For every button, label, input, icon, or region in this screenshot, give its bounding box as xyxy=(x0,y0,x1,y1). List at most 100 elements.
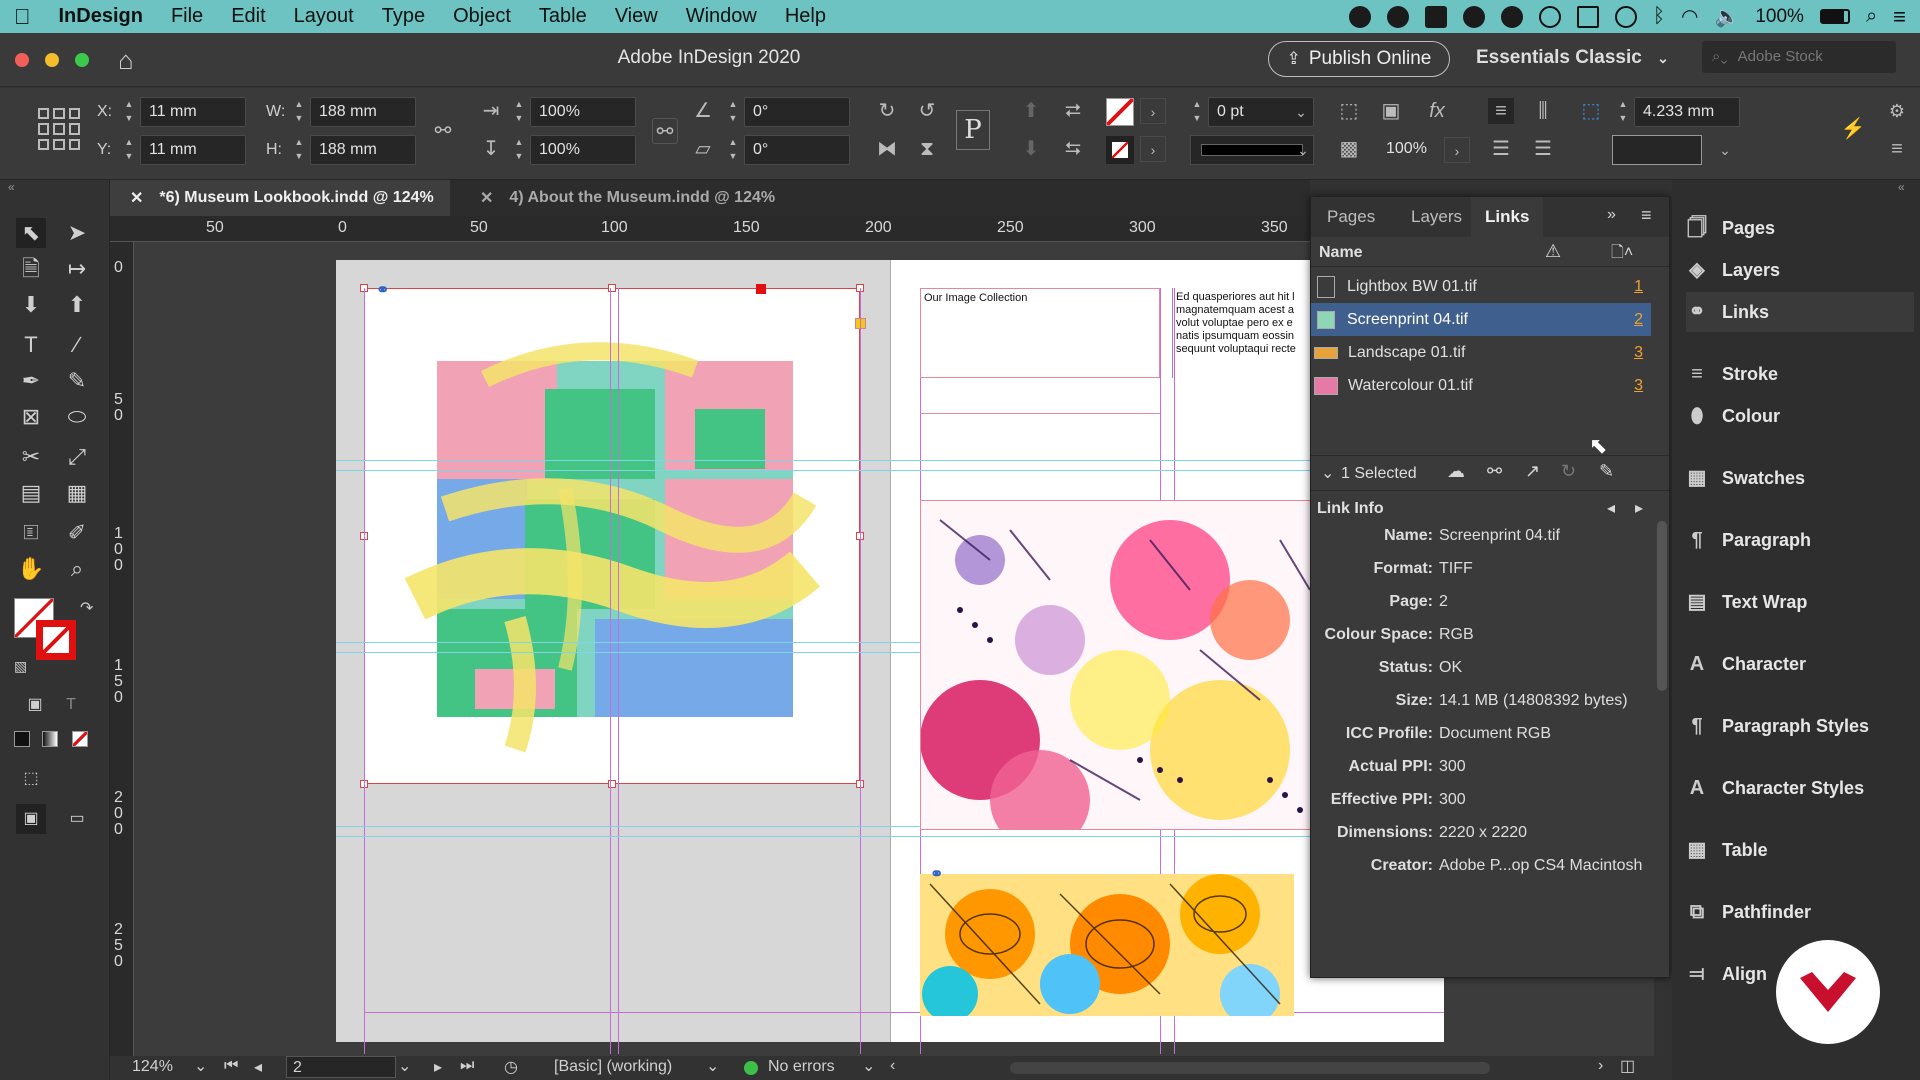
stroke-none-swatch[interactable] xyxy=(1106,136,1134,164)
align-columns-icon[interactable]: ⫼ xyxy=(1530,98,1556,124)
menu-type[interactable]: Type xyxy=(368,5,439,28)
menu-object[interactable]: Object xyxy=(439,5,525,28)
scroll-right-icon[interactable]: › xyxy=(1598,1057,1603,1075)
frame-fitting-icon[interactable]: ⬚ xyxy=(1336,98,1362,124)
info-scrollbar[interactable] xyxy=(1657,507,1667,977)
split-window-icon[interactable]: ◫ xyxy=(1620,1056,1635,1076)
rotate-stepper[interactable]: ▲ ▼ xyxy=(726,97,740,127)
dropbox-icon[interactable] xyxy=(1424,5,1447,28)
page-column-icon[interactable]: 🗋˄ xyxy=(1611,241,1633,268)
object-style-dropdown-icon[interactable]: ⌄ xyxy=(1712,137,1738,163)
opacity-field[interactable]: 100% xyxy=(1378,135,1448,165)
scale-x-stepper[interactable]: ▲ ▼ xyxy=(512,97,526,127)
dock-character-styles[interactable]: A Character Styles xyxy=(1686,768,1914,808)
shear-stepper[interactable]: ▲ ▼ xyxy=(726,135,740,165)
next-link-icon[interactable]: ▸ xyxy=(1635,498,1643,518)
x-stepper[interactable]: ▲ ▼ xyxy=(122,97,136,127)
apple-menu-icon[interactable]:  xyxy=(0,4,45,30)
rotate-cw-icon[interactable]: ↻ xyxy=(874,98,900,124)
link-page-number[interactable]: 1 xyxy=(1634,278,1643,296)
profile-dropdown-icon[interactable]: ⌄ xyxy=(706,1056,719,1076)
adobe-stock-search[interactable]: ⌕⌄ Adobe Stock xyxy=(1702,41,1896,73)
selected-image-frame[interactable] xyxy=(364,288,860,784)
relink-icon[interactable]: ⚯ xyxy=(1487,461,1502,482)
status-column-warning-icon[interactable]: ⚠ xyxy=(1545,241,1561,262)
page-number-field[interactable]: 2 xyxy=(286,1056,396,1078)
apply-color-icon[interactable] xyxy=(14,731,30,747)
dock-pathfinder[interactable]: ⧉ Pathfinder xyxy=(1686,892,1914,932)
scroll-left-icon[interactable]: ‹ xyxy=(890,1057,895,1075)
selection-tool-icon[interactable]: ⬉ xyxy=(16,218,46,248)
go-to-link-icon[interactable]: ↗ xyxy=(1525,461,1540,482)
constrain-scale-icon[interactable]: ⚯ xyxy=(652,118,678,144)
publish-online-button[interactable]: ⇪ Publish Online xyxy=(1268,41,1450,77)
menu-file[interactable]: File xyxy=(157,5,217,28)
constrain-proportions-icon[interactable]: ⚯ xyxy=(430,118,456,144)
search-icon[interactable]: ⌕ xyxy=(1866,5,1877,28)
cloud-upload-icon[interactable] xyxy=(1462,5,1485,28)
note-tool-icon[interactable]: 🗉 xyxy=(16,518,46,548)
type-tool-icon[interactable]: T xyxy=(16,330,46,360)
dock-pages[interactable]: 🗍 Pages xyxy=(1686,208,1914,248)
gradient-swatch-tool-icon[interactable]: ▤ xyxy=(16,478,46,508)
horizontal-scrollbar-thumb[interactable] xyxy=(1010,1062,1490,1074)
link-page-number[interactable]: 3 xyxy=(1634,344,1643,362)
record-icon[interactable] xyxy=(1348,5,1371,28)
dock-paragraph[interactable]: ¶ Paragraph xyxy=(1686,520,1914,560)
direct-selection-tool-icon[interactable]: ➤ xyxy=(62,218,92,248)
gradient-feather-tool-icon[interactable]: ▦ xyxy=(62,478,92,508)
spacing-field[interactable]: 4.233 mm xyxy=(1634,97,1740,127)
preflight-profile[interactable]: [Basic] (working) xyxy=(554,1058,672,1076)
close-tab-icon[interactable]: ✕ xyxy=(130,188,143,208)
link-row[interactable]: Lightbox BW 01.tif 1 xyxy=(1311,270,1651,303)
formatting-container-icon[interactable]: ▣ xyxy=(20,690,50,720)
empty-frame[interactable] xyxy=(920,378,1160,414)
hand-tool-icon[interactable]: ✋ xyxy=(16,554,46,584)
shear-field[interactable]: 0° xyxy=(744,135,850,165)
close-tab-icon[interactable]: ✕ xyxy=(480,188,493,208)
select-container-icon[interactable]: ⬆ xyxy=(1018,98,1044,124)
quick-apply-icon[interactable]: ⚡ xyxy=(1840,116,1866,142)
scale-x-field[interactable]: 100% xyxy=(530,97,636,127)
align-left-text-icon[interactable]: ≡ xyxy=(1488,98,1514,124)
effects-fx-icon[interactable]: fx xyxy=(1424,98,1450,124)
w-field[interactable]: 188 mm xyxy=(310,97,416,127)
tab-pages[interactable]: Pages xyxy=(1327,197,1375,237)
rotate-ccw-icon[interactable]: ↺ xyxy=(914,98,940,124)
formatting-text-icon[interactable]: T xyxy=(56,690,86,720)
swap-fill-stroke-icon[interactable]: ↷ xyxy=(80,598,93,618)
scale-y-stepper[interactable]: ▲ ▼ xyxy=(512,135,526,165)
horizontal-ruler[interactable]: 50 0 50 100 150 200 250 300 350 xyxy=(110,216,1310,242)
select-next-object-icon[interactable]: ⮂ xyxy=(1060,98,1086,124)
preflight-dropdown-icon[interactable]: ⌄ xyxy=(862,1056,875,1076)
menu-edit[interactable]: Edit xyxy=(217,5,279,28)
h-stepper[interactable]: ▲ ▼ xyxy=(292,135,306,165)
pencil-tool-icon[interactable]: ✎ xyxy=(62,366,92,396)
opacity-chevron-icon[interactable]: › xyxy=(1444,137,1470,163)
rotate-field[interactable]: 0° xyxy=(744,97,850,127)
volume-icon[interactable]: 🔈 xyxy=(1714,4,1739,29)
link-badge-icon[interactable]: ⚭ xyxy=(930,864,943,884)
preflight-clock-icon[interactable]: ◷ xyxy=(504,1057,518,1077)
dock-table[interactable]: ▦ Table xyxy=(1686,830,1914,870)
fill-none-swatch[interactable] xyxy=(1106,98,1134,126)
dock-stroke[interactable]: ≡ Stroke xyxy=(1686,354,1914,394)
menu-window[interactable]: Window xyxy=(672,5,771,28)
first-page-icon[interactable]: ⏮ xyxy=(224,1057,238,1075)
normal-view-icon[interactable]: ▣ xyxy=(16,804,46,834)
dock-text-wrap[interactable]: ▤ Text Wrap xyxy=(1686,582,1914,622)
airplay-icon[interactable] xyxy=(1576,5,1599,28)
drop-shadow-icon[interactable]: ▣ xyxy=(1378,98,1404,124)
link-row[interactable]: Landscape 01.tif 3 xyxy=(1311,336,1651,369)
control-settings-icon[interactable]: ⚙ xyxy=(1884,98,1910,124)
link-page-number[interactable]: 3 xyxy=(1634,377,1643,395)
name-column-label[interactable]: Name xyxy=(1319,244,1363,262)
zoom-tool-icon[interactable]: ⌕ xyxy=(62,554,92,584)
page-dropdown-icon[interactable]: ⌄ xyxy=(398,1056,411,1076)
scissors-tool-icon[interactable]: ✂ xyxy=(16,442,46,472)
flip-horizontal-icon[interactable]: ⧓ xyxy=(874,136,900,162)
default-fill-stroke-icon[interactable]: ▧ xyxy=(14,658,27,675)
edit-original-icon[interactable]: ✎ xyxy=(1599,461,1614,482)
collapse-panel-icon[interactable]: » xyxy=(1607,206,1616,224)
panel-menu-icon[interactable]: ≡ xyxy=(1641,205,1652,226)
